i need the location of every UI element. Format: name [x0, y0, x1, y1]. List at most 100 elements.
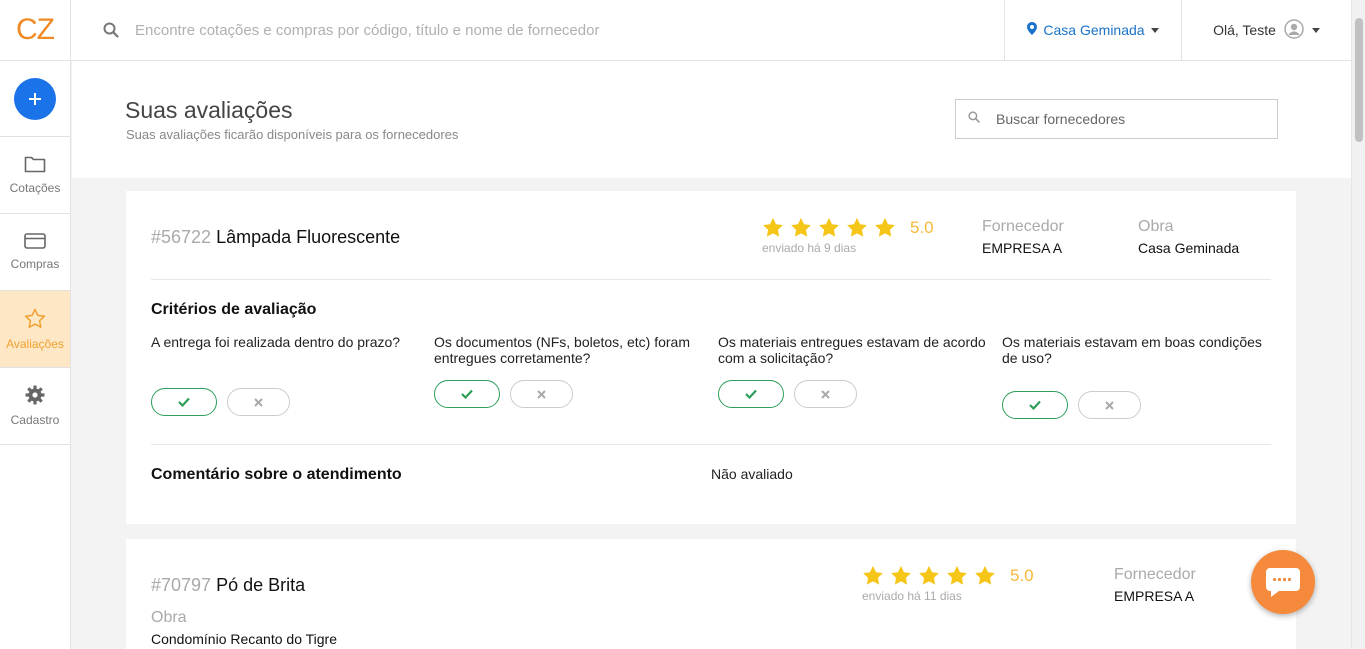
site-label: Obra: [151, 609, 187, 626]
sidebar-item-avaliacoes[interactable]: Avaliações: [0, 291, 70, 368]
review-card: #56722 Lâmpada Fluorescente 5.0 enviado h…: [126, 191, 1296, 524]
site-label: Obra: [1138, 218, 1174, 235]
chat-icon: [1266, 568, 1300, 597]
global-search-input[interactable]: [135, 21, 735, 39]
review-heading: #56722 Lâmpada Fluorescente: [151, 227, 400, 248]
star-icon: [863, 565, 883, 585]
star-icon: [947, 565, 967, 585]
review-title: Pó de Brita: [216, 575, 306, 595]
supplier-name: EMPRESA A: [982, 240, 1063, 256]
yes-button[interactable]: [151, 388, 217, 416]
supplier-name: EMPRESA A: [1114, 588, 1195, 604]
search-icon: [968, 110, 980, 128]
global-search: [71, 0, 1004, 61]
check-icon: [1029, 400, 1041, 410]
close-icon: [821, 389, 830, 399]
add-section: [0, 61, 70, 137]
criterion-question: Os materiais estavam em boas condições d…: [1002, 334, 1262, 366]
project-name: Casa Geminada: [1043, 22, 1145, 38]
star-rating: [762, 217, 896, 238]
divider: [151, 444, 1271, 445]
sidebar: Cotações Compras Avaliações Cadastro: [0, 61, 71, 649]
review-number: #56722: [151, 227, 212, 247]
chat-button[interactable]: [1251, 550, 1315, 614]
no-button[interactable]: [794, 380, 857, 408]
gear-icon: [25, 385, 45, 405]
star-icon: [791, 217, 811, 237]
supplier-label: Fornecedor: [982, 218, 1064, 235]
add-button[interactable]: [14, 77, 56, 120]
star-icon: [919, 565, 939, 585]
map-pin-icon: [1027, 22, 1038, 38]
greeting: Olá, Teste: [1213, 22, 1276, 38]
supplier-search: [955, 99, 1278, 139]
page-title: Suas avaliações: [125, 97, 293, 123]
star-icon: [891, 565, 911, 585]
review-rating: 5.0: [862, 565, 1034, 586]
project-selector[interactable]: Casa Geminada: [1004, 0, 1181, 61]
star-icon: [847, 217, 867, 237]
sidebar-item-compras[interactable]: Compras: [0, 214, 70, 291]
yes-button[interactable]: [1002, 391, 1068, 419]
scrollbar-thumb[interactable]: [1355, 18, 1363, 142]
star-icon: [975, 565, 995, 585]
close-icon: [1105, 400, 1114, 410]
scrollbar[interactable]: [1351, 0, 1365, 649]
sidebar-item-label: Avaliações: [6, 336, 64, 351]
supplier-label: Fornecedor: [1114, 566, 1196, 583]
rating-score: 5.0: [1010, 565, 1034, 585]
star-icon: [763, 217, 783, 237]
sidebar-item-cotacoes[interactable]: Cotações: [0, 137, 70, 214]
criteria-title: Critérios de avaliação: [151, 301, 317, 318]
review-title: Lâmpada Fluorescente: [216, 227, 401, 247]
page-header: Suas avaliações Suas avaliações ficarão …: [72, 61, 1351, 178]
chevron-down-icon: [1150, 27, 1159, 33]
no-button[interactable]: [1078, 391, 1141, 419]
logo[interactable]: CZ: [0, 0, 71, 61]
criterion-question: Os materiais entregues estavam de acordo…: [718, 334, 986, 366]
avatar: [1284, 18, 1304, 42]
divider: [151, 279, 1271, 280]
review-rating: 5.0: [762, 217, 934, 238]
check-icon: [745, 389, 757, 399]
site-name: Condomínio Recanto do Tigre: [151, 631, 337, 647]
plus-icon: [29, 92, 41, 105]
criterion-question: Os documentos (NFs, boletos, etc) foram …: [434, 334, 690, 366]
rating-score: 5.0: [910, 217, 934, 237]
no-button[interactable]: [510, 380, 573, 408]
check-icon: [178, 397, 190, 407]
sidebar-item-label: Cotações: [9, 181, 61, 195]
chevron-down-icon: [1311, 27, 1320, 33]
main-content: Suas avaliações Suas avaliações ficarão …: [72, 61, 1351, 649]
sidebar-item-label: Compras: [10, 257, 60, 271]
page-subtitle: Suas avaliações ficarão disponíveis para…: [126, 127, 459, 142]
review-number: #70797: [151, 575, 212, 595]
comment-title: Comentário sobre o atendimento: [151, 466, 402, 483]
logo-text: CZ: [16, 13, 55, 46]
top-bar: CZ Casa Geminada Olá, Teste: [0, 0, 1351, 61]
star-icon: [24, 308, 46, 329]
sent-date: enviado há 11 dias: [862, 589, 962, 603]
folder-icon: [24, 155, 46, 173]
no-button[interactable]: [227, 388, 290, 416]
sidebar-item-cadastro[interactable]: Cadastro: [0, 368, 70, 445]
yes-button[interactable]: [434, 380, 500, 408]
search-icon: [103, 22, 119, 38]
star-icon: [875, 217, 895, 237]
review-card: #70797 Pó de Brita Obra Condomínio Recant…: [126, 539, 1296, 649]
comment-value: Não avaliado: [711, 466, 793, 482]
check-icon: [461, 389, 473, 399]
star-rating: [862, 565, 996, 586]
close-icon: [537, 389, 546, 399]
close-icon: [254, 397, 263, 407]
star-icon: [819, 217, 839, 237]
criterion-question: A entrega foi realizada dentro do prazo?: [151, 334, 401, 350]
sidebar-item-label: Cadastro: [10, 413, 60, 427]
yes-button[interactable]: [718, 380, 784, 408]
review-heading: #70797 Pó de Brita: [151, 575, 305, 596]
sent-date: enviado há 9 dias: [762, 241, 857, 255]
site-name: Casa Geminada: [1138, 240, 1240, 256]
supplier-search-input[interactable]: [996, 111, 1256, 127]
user-menu[interactable]: Olá, Teste: [1181, 0, 1351, 61]
credit-card-icon: [24, 233, 46, 249]
